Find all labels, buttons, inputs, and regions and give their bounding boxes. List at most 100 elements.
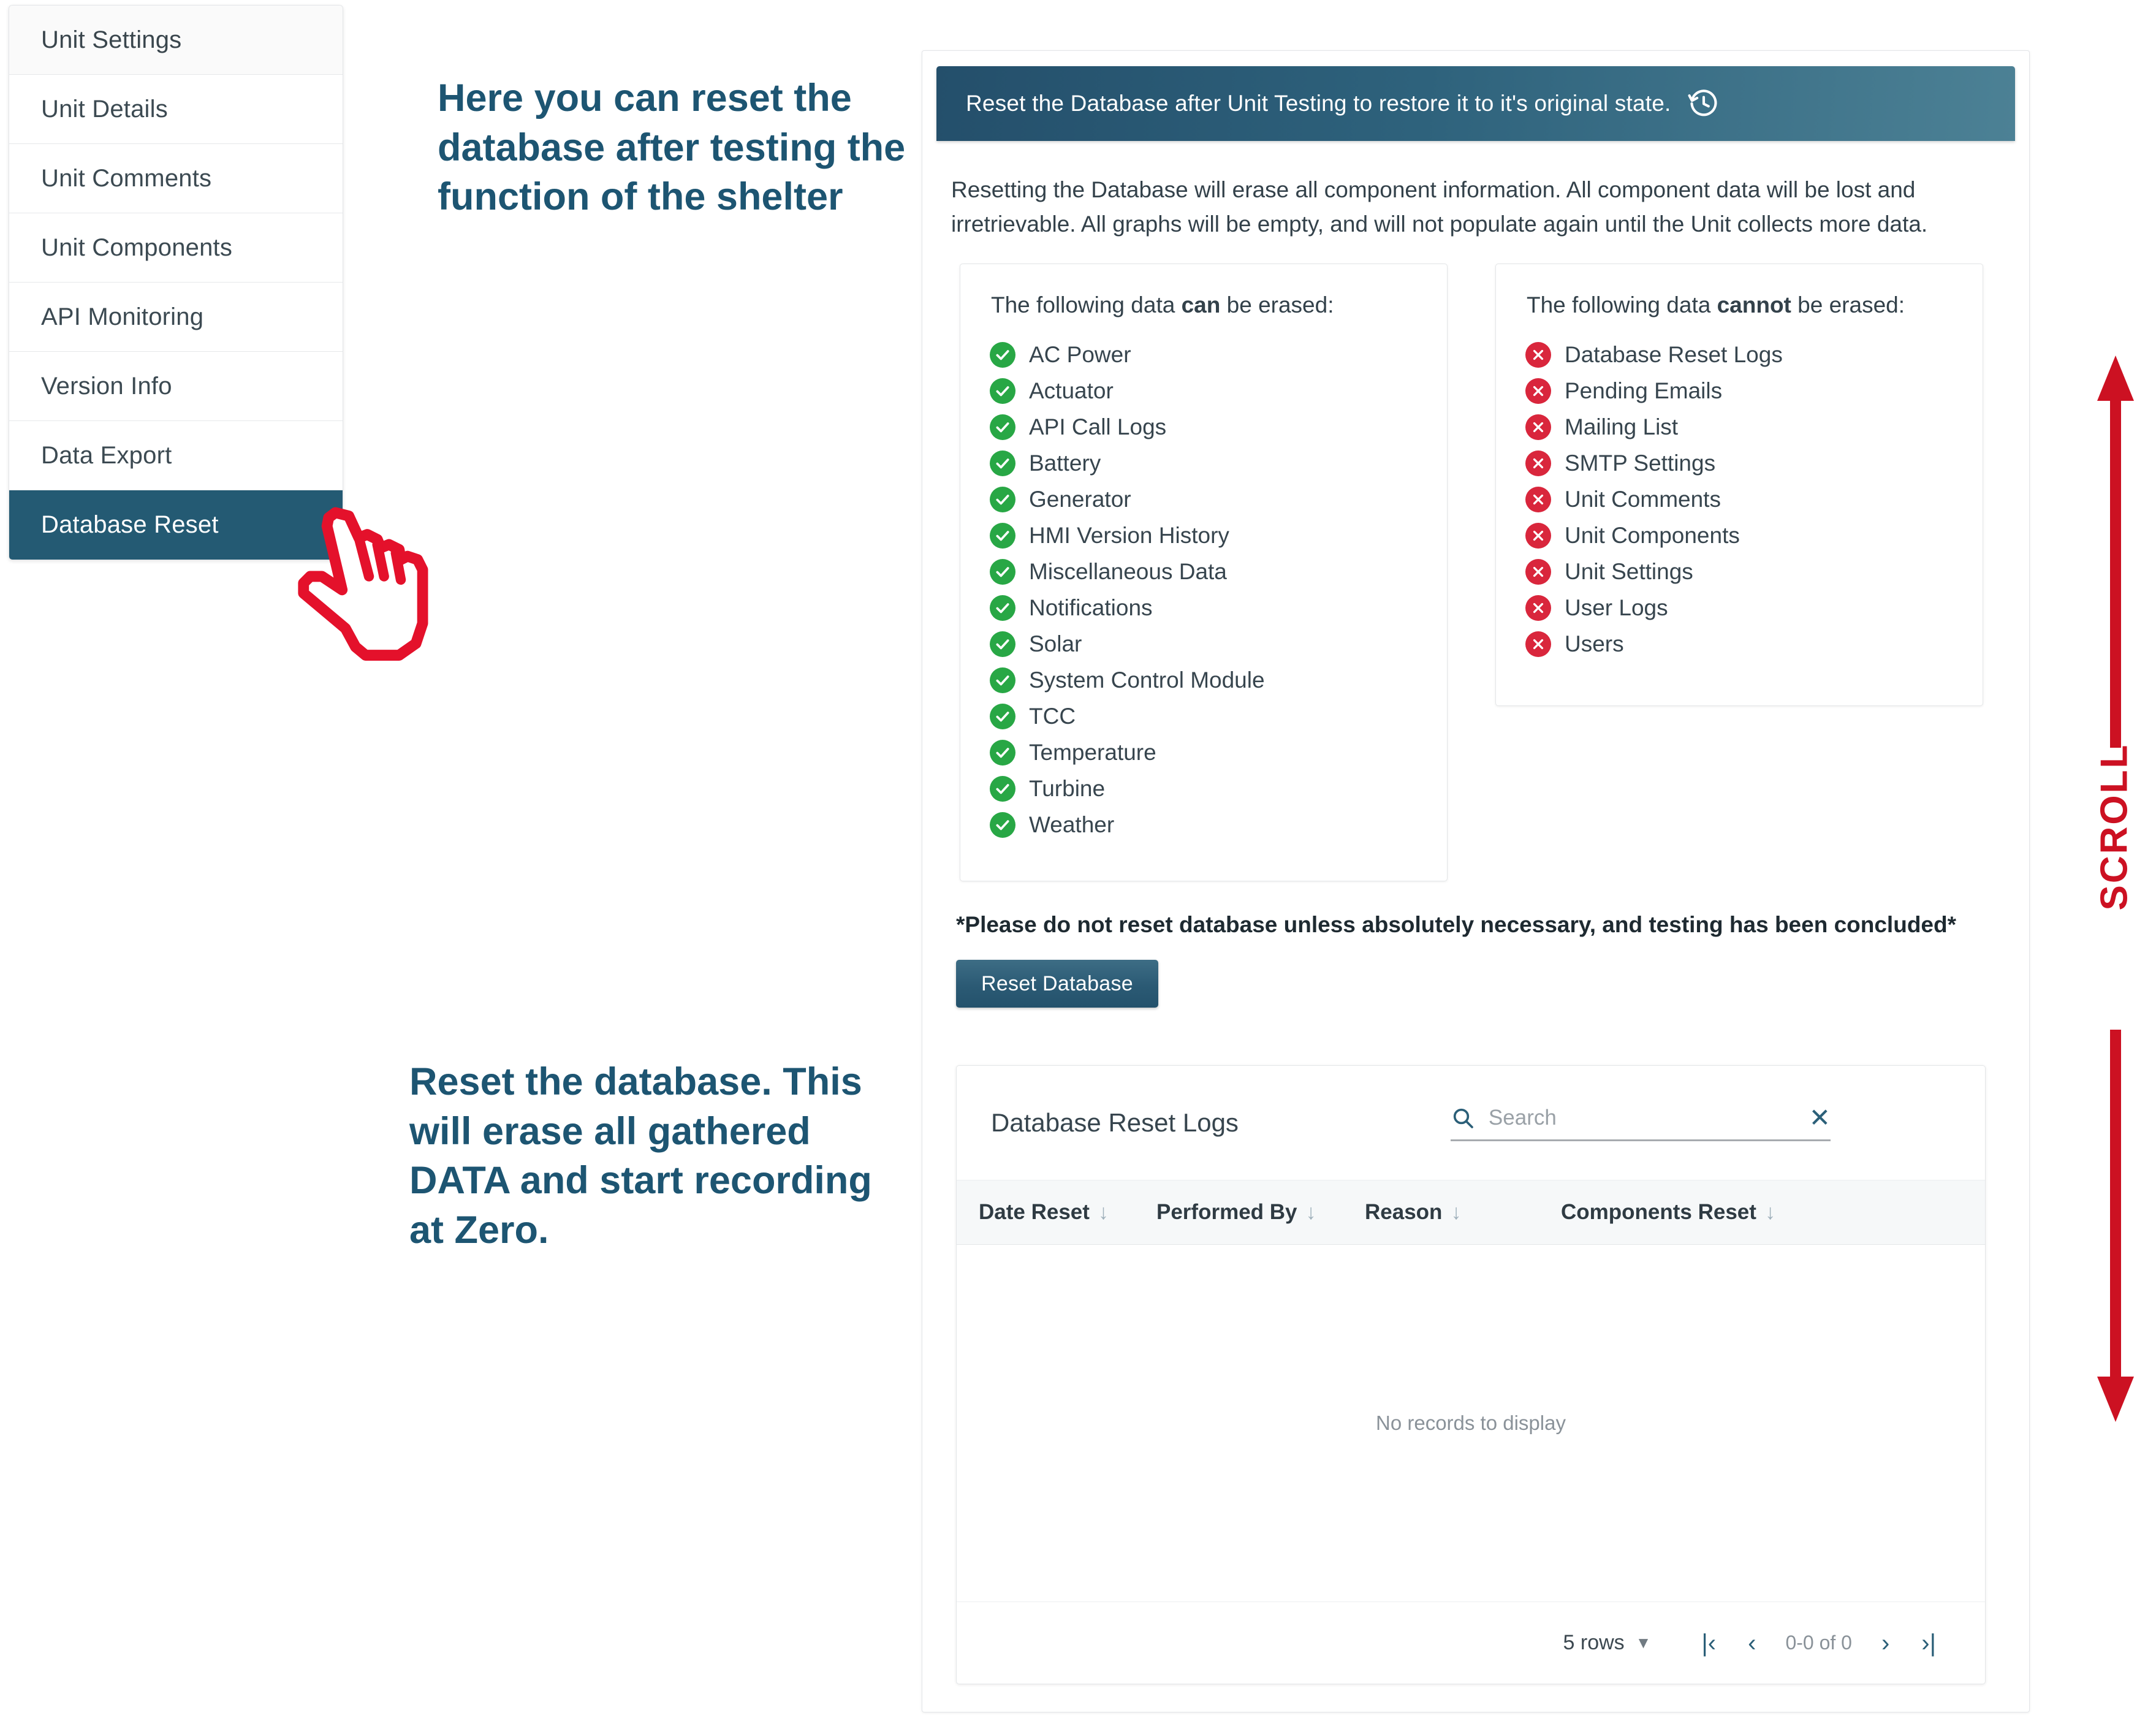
- empty-state-message: No records to display: [1376, 1412, 1566, 1434]
- list-item-label: AC Power: [1029, 341, 1131, 367]
- search-input[interactable]: [1488, 1105, 1809, 1130]
- list-item-label: Generator: [1029, 486, 1131, 512]
- chevron-down-icon: ▼: [1635, 1633, 1652, 1652]
- cannot-be-erased-list: Database Reset Logs Pending Emails Mailing…: [1525, 336, 1983, 662]
- column-header-date-reset[interactable]: Date Reset ↓: [979, 1200, 1120, 1225]
- sidebar-item-data-export[interactable]: Data Export: [9, 421, 343, 490]
- list-item: Solar: [990, 626, 1447, 662]
- cannot-title-bold: cannot: [1717, 292, 1791, 317]
- list-item: Pending Emails: [1525, 373, 1983, 409]
- sort-arrow-icon[interactable]: ↓: [1306, 1201, 1316, 1225]
- list-item: Generator: [990, 481, 1447, 517]
- x-circle-icon: [1525, 450, 1551, 476]
- column-header-label: Date Reset: [979, 1200, 1090, 1224]
- list-item-label: System Control Module: [1029, 667, 1265, 693]
- x-circle-icon: [1525, 522, 1551, 549]
- list-item-label: Turbine: [1029, 775, 1106, 801]
- x-circle-icon: [1525, 414, 1551, 440]
- logs-title: Database Reset Logs: [991, 1108, 1239, 1137]
- clear-search-icon[interactable]: ✕: [1809, 1104, 1831, 1131]
- check-circle-icon: [990, 414, 1015, 440]
- list-item: Unit Comments: [1525, 481, 1983, 517]
- sidebar-item-label: Unit Comments: [41, 164, 212, 192]
- check-circle-icon: [990, 450, 1015, 476]
- list-item-label: Notifications: [1029, 595, 1153, 620]
- list-item-label: User Logs: [1565, 595, 1668, 620]
- sidebar-item-unit-settings[interactable]: Unit Settings: [9, 6, 343, 75]
- list-item: HMI Version History: [990, 517, 1447, 553]
- logs-table-header: Date Reset ↓ Performed By ↓ Reason ↓ Component…: [957, 1180, 1985, 1245]
- list-item: Mailing List: [1525, 409, 1983, 445]
- list-item-label: Users: [1565, 631, 1624, 656]
- search-icon: [1451, 1106, 1475, 1130]
- x-circle-icon: [1525, 486, 1551, 512]
- sort-arrow-icon[interactable]: ↓: [1765, 1201, 1775, 1225]
- search-field-wrapper: ✕: [1450, 1104, 1831, 1141]
- reset-database-button[interactable]: Reset Database: [956, 960, 1158, 1008]
- rows-per-page-select[interactable]: 5 rows ▼: [1563, 1631, 1652, 1655]
- check-circle-icon: [990, 775, 1015, 802]
- check-circle-icon: [990, 631, 1015, 657]
- panel-header-title: Reset the Database after Unit Testing to…: [966, 91, 1671, 116]
- warning-note: *Please do not reset database unless abs…: [956, 912, 1956, 937]
- logs-table-footer: 5 rows ▼ |‹ ‹ 0-0 of 0 › ›|: [957, 1602, 1985, 1684]
- column-header-performed-by[interactable]: Performed By ↓: [1156, 1200, 1322, 1225]
- list-item: Turbine: [990, 770, 1447, 807]
- x-circle-icon: [1525, 378, 1551, 404]
- list-item: Notifications: [990, 590, 1447, 626]
- logs-toolbar: Database Reset Logs ✕: [957, 1066, 1985, 1180]
- check-circle-icon: [990, 667, 1015, 693]
- sidebar-item-label: Unit Components: [41, 234, 233, 261]
- list-item-label: Battery: [1029, 450, 1101, 476]
- list-item: Unit Settings: [1525, 553, 1983, 590]
- list-item-label: Solar: [1029, 631, 1082, 656]
- list-item: User Logs: [1525, 590, 1983, 626]
- list-item: API Call Logs: [990, 409, 1447, 445]
- check-circle-icon: [990, 703, 1015, 729]
- list-item: Unit Components: [1525, 517, 1983, 553]
- first-page-button[interactable]: |‹: [1685, 1631, 1732, 1655]
- sidebar-item-unit-components[interactable]: Unit Components: [9, 213, 343, 283]
- list-item-label: Actuator: [1029, 378, 1114, 403]
- check-circle-icon: [990, 739, 1015, 766]
- list-item: Weather: [990, 807, 1447, 843]
- check-circle-icon: [990, 595, 1015, 621]
- sort-arrow-icon[interactable]: ↓: [1451, 1201, 1461, 1225]
- sidebar-item-label: Version Info: [41, 372, 172, 400]
- list-item-label: Pending Emails: [1565, 378, 1723, 403]
- next-page-button[interactable]: ›: [1866, 1631, 1905, 1655]
- x-circle-icon: [1525, 341, 1551, 368]
- list-item-label: Weather: [1029, 811, 1115, 837]
- sidebar-item-label: Unit Settings: [41, 26, 182, 53]
- column-header-label: Performed By: [1156, 1200, 1297, 1224]
- column-header-label: Reason: [1365, 1200, 1443, 1224]
- prev-page-button[interactable]: ‹: [1732, 1631, 1772, 1655]
- sidebar-item-database-reset[interactable]: Database Reset: [9, 490, 343, 560]
- sidebar-item-label: Unit Details: [41, 95, 168, 123]
- x-circle-icon: [1525, 558, 1551, 585]
- last-page-button[interactable]: ›|: [1905, 1631, 1952, 1655]
- annotation-bottom: Reset the database. This will erase all …: [409, 1060, 872, 1252]
- sidebar-item-unit-comments[interactable]: Unit Comments: [9, 144, 343, 213]
- annotation-top: Here you can reset the database after te…: [438, 77, 906, 219]
- history-clock-icon: [1688, 88, 1720, 120]
- list-item-label: Unit Settings: [1565, 558, 1693, 584]
- list-item-label: TCC: [1029, 703, 1076, 729]
- panel-header: Reset the Database after Unit Testing to…: [936, 66, 2015, 141]
- list-item-label: Unit Comments: [1565, 486, 1721, 512]
- sidebar-item-version-info[interactable]: Version Info: [9, 352, 343, 421]
- cannot-be-erased-card: The following data cannot be erased: Dat…: [1495, 264, 1983, 706]
- x-circle-icon: [1525, 631, 1551, 657]
- sidebar-item-api-monitoring[interactable]: API Monitoring: [9, 283, 343, 352]
- list-item: Battery: [990, 445, 1447, 481]
- sidebar-item-label: Database Reset: [41, 511, 219, 538]
- sort-arrow-icon[interactable]: ↓: [1098, 1201, 1109, 1225]
- check-circle-icon: [990, 522, 1015, 549]
- page-range-label: 0-0 of 0: [1785, 1632, 1852, 1654]
- column-header-reason[interactable]: Reason ↓: [1365, 1200, 1487, 1225]
- can-title-pre: The following data: [991, 292, 1182, 317]
- sidebar-item-unit-details[interactable]: Unit Details: [9, 75, 343, 144]
- can-be-erased-list: AC Power Actuator API Call Logs Battery Gene…: [990, 336, 1447, 843]
- sidebar-item-label: API Monitoring: [41, 303, 204, 330]
- column-header-components-reset[interactable]: Components Reset ↓: [1561, 1200, 1806, 1225]
